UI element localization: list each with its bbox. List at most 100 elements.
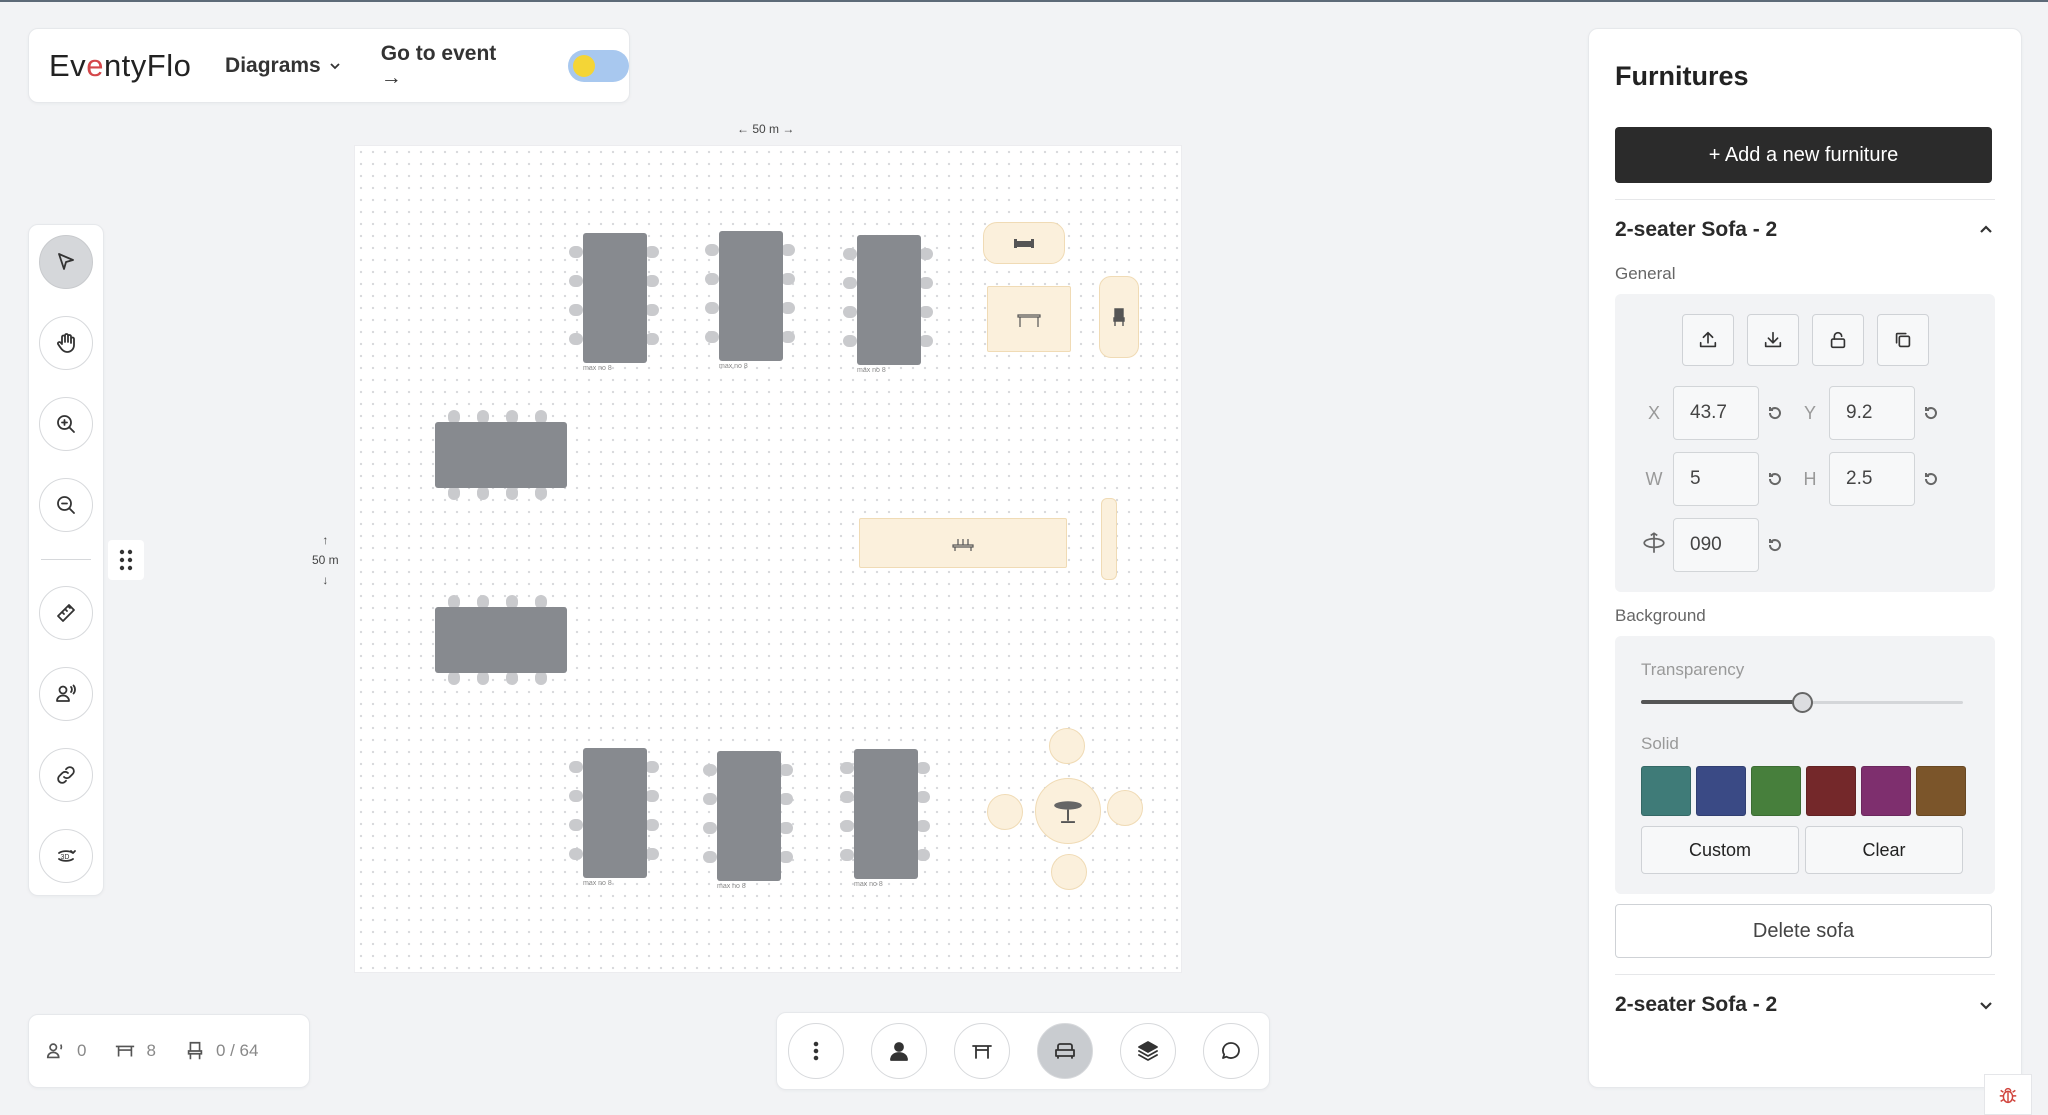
reset-width-button[interactable] <box>1759 471 1791 487</box>
rectangular-table[interactable] <box>435 422 567 488</box>
select-tool-button[interactable] <box>39 235 93 289</box>
reset-x-button[interactable] <box>1759 405 1791 421</box>
color-swatch[interactable] <box>1696 766 1746 816</box>
more-options-button[interactable] <box>787 1023 844 1079</box>
comment-button[interactable] <box>1202 1023 1259 1079</box>
bring-forward-button[interactable] <box>1681 314 1734 366</box>
table-caption: max no 8 <box>717 883 746 890</box>
reset-y-button[interactable] <box>1915 405 1947 421</box>
diagrams-menu[interactable]: Diagrams <box>225 54 341 78</box>
rectangular-table[interactable] <box>583 233 647 363</box>
pointer-icon <box>58 253 74 270</box>
reset-icon <box>1924 407 1937 420</box>
delete-sofa-button[interactable]: Delete sofa <box>1615 904 1992 958</box>
sofa-button[interactable] <box>1036 1023 1093 1079</box>
arrow-down-icon: ↓ <box>322 573 329 587</box>
zoom-out-button[interactable] <box>39 478 93 532</box>
attendee-count: 0 <box>45 1040 86 1062</box>
theme-toggle[interactable] <box>567 49 629 82</box>
attendee-count-value: 0 <box>77 1041 87 1060</box>
table-caption: max no 8 <box>719 363 748 370</box>
layer-actions <box>1635 314 1975 366</box>
sofa-item[interactable] <box>983 222 1065 264</box>
furniture-item-title-2: 2-seater Sofa - 2 <box>1615 993 1778 1016</box>
app-logo[interactable]: EventyFlo <box>49 48 195 84</box>
rectangular-table[interactable] <box>857 235 921 365</box>
rectangular-table[interactable] <box>719 231 783 361</box>
color-swatch[interactable] <box>1751 766 1801 816</box>
rectangular-table[interactable] <box>583 748 647 878</box>
stats-bar: 0 8 0 / 64 <box>28 1014 310 1088</box>
furniture-item-title: 2-seater Sofa - 2 <box>1615 218 1778 241</box>
background-section: Transparency Solid Custom Clear <box>1615 636 1995 894</box>
zoom-out-icon <box>57 496 75 514</box>
drag-grip-handle[interactable] <box>108 540 144 580</box>
table-caption: max no 8 <box>583 365 612 372</box>
color-swatch[interactable] <box>1641 766 1691 816</box>
rectangular-table[interactable] <box>717 751 781 881</box>
toolbar-divider <box>41 559 91 560</box>
canvas-height-dimension: ↑ 50 m ↓ <box>312 530 339 590</box>
chevron-down-icon <box>1980 1002 1992 1010</box>
desk-icon <box>1017 314 1041 327</box>
background-section-label: Background <box>1615 606 1706 625</box>
slider-thumb[interactable] <box>1792 692 1813 713</box>
color-swatch[interactable] <box>1916 766 1966 816</box>
floor-plan-canvas[interactable]: max no 8 max no 8 max no 8 max no 8 max … <box>354 145 1182 973</box>
table-caption: max no 8 <box>854 881 883 888</box>
layers-button[interactable] <box>1119 1023 1176 1079</box>
reset-icon <box>1768 539 1781 552</box>
table-caption: max no 8 <box>857 367 886 374</box>
reset-rotation-button[interactable] <box>1759 537 1791 553</box>
link-icon <box>57 766 75 784</box>
x-field[interactable]: 43.7 <box>1673 386 1759 440</box>
height-field[interactable]: 2.5 <box>1829 452 1915 506</box>
general-section: X 43.7 Y 9.2 W 5 H 2.5 090 <box>1615 294 1995 592</box>
send-backward-button[interactable] <box>1746 314 1799 366</box>
attendees-tool-button[interactable] <box>39 667 93 721</box>
custom-color-button[interactable]: Custom <box>1641 826 1799 874</box>
bug-report-button[interactable] <box>1984 1074 2032 1115</box>
add-furniture-button[interactable]: + Add a new furniture <box>1615 127 1992 183</box>
y-field[interactable]: 9.2 <box>1829 386 1915 440</box>
more-vertical-icon <box>813 1041 818 1061</box>
measure-tool-button[interactable] <box>39 586 93 640</box>
zoom-in-button[interactable] <box>39 397 93 451</box>
person-button[interactable] <box>870 1023 927 1079</box>
top-header: EventyFlo Diagrams Go to event → <box>28 28 630 103</box>
sofa-icon <box>1014 239 1034 248</box>
chair-top[interactable] <box>1049 728 1085 764</box>
rectangular-table[interactable] <box>435 607 567 673</box>
chair-bottom[interactable] <box>1051 854 1087 890</box>
bench-item[interactable] <box>859 518 1067 568</box>
go-to-event-link[interactable]: Go to event → <box>381 42 518 90</box>
transparency-slider[interactable] <box>1641 692 1969 713</box>
chair-icon <box>187 1041 203 1060</box>
chair-item[interactable] <box>1099 276 1139 358</box>
round-table[interactable] <box>1035 778 1101 844</box>
duplicate-button[interactable] <box>1876 314 1929 366</box>
svg-text:3D: 3D <box>61 854 70 861</box>
rotation-field[interactable]: 090 <box>1673 518 1759 572</box>
hand-icon <box>57 333 75 353</box>
sofa-item-vertical[interactable] <box>1101 498 1117 580</box>
color-swatch[interactable] <box>1861 766 1911 816</box>
bench-icon <box>952 539 974 551</box>
chair-left[interactable] <box>987 794 1023 830</box>
table-button[interactable] <box>953 1023 1010 1079</box>
width-field[interactable]: 5 <box>1673 452 1759 506</box>
link-tool-button[interactable] <box>39 748 93 802</box>
clear-color-button[interactable]: Clear <box>1805 826 1963 874</box>
pan-tool-button[interactable] <box>39 316 93 370</box>
furniture-accordion-header-2[interactable]: 2-seater Sofa - 2 <box>1615 975 1995 1035</box>
lock-button[interactable] <box>1811 314 1864 366</box>
3d-view-button[interactable]: 3D <box>39 829 93 883</box>
furniture-accordion-header[interactable]: 2-seater Sofa - 2 <box>1615 200 1995 260</box>
bug-icon <box>1999 1087 2017 1103</box>
reset-height-button[interactable] <box>1915 471 1947 487</box>
copy-icon <box>1895 332 1910 348</box>
chair-right[interactable] <box>1107 790 1143 826</box>
desk-item[interactable] <box>987 286 1071 352</box>
rectangular-table[interactable] <box>854 749 918 879</box>
color-swatch[interactable] <box>1806 766 1856 816</box>
